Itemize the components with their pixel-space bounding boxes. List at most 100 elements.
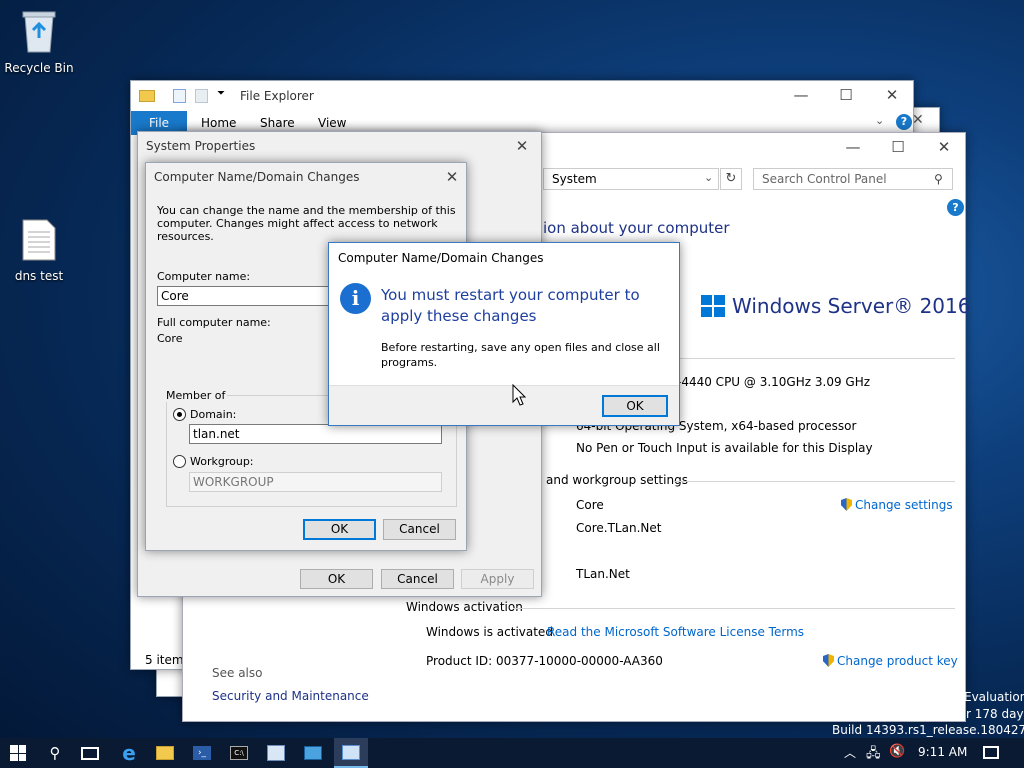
network-icon bbox=[304, 746, 322, 760]
desktop-icon-recycle-bin[interactable]: Recycle Bin bbox=[4, 8, 74, 75]
close-icon[interactable]: ✕ bbox=[504, 132, 540, 162]
taskbar-powershell[interactable]: ›_ bbox=[187, 738, 217, 768]
maximize-icon[interactable]: ☐ bbox=[875, 133, 921, 163]
tab-view[interactable]: View bbox=[318, 116, 346, 130]
desktop-icon-label: Recycle Bin bbox=[4, 61, 74, 75]
cancel-button[interactable]: Cancel bbox=[383, 519, 456, 540]
command-prompt-icon: C:\ bbox=[230, 746, 248, 760]
desktop-icon-label: dns test bbox=[14, 269, 64, 283]
dialog-description: You can change the name and the membersh… bbox=[157, 204, 456, 243]
ok-button[interactable]: OK bbox=[303, 519, 376, 540]
taskbar-file-explorer[interactable] bbox=[150, 738, 180, 768]
domain-value: TLan.Net bbox=[576, 567, 630, 581]
chevron-up-icon[interactable]: ︿ bbox=[844, 744, 856, 761]
maximize-icon[interactable]: ☐ bbox=[823, 81, 869, 111]
server-manager-icon bbox=[267, 745, 285, 761]
task-view-button[interactable] bbox=[75, 738, 105, 768]
dialog-title: Computer Name/Domain Changes bbox=[154, 170, 360, 184]
folder-icon bbox=[156, 746, 174, 760]
pen-touch-value: No Pen or Touch Input is available for t… bbox=[576, 441, 873, 455]
tab-share[interactable]: Share bbox=[260, 116, 295, 130]
address-bar[interactable]: System ⌄ bbox=[543, 168, 719, 190]
license-terms-link[interactable]: Read the Microsoft Software License Term… bbox=[547, 625, 804, 639]
search-icon: ⚲ bbox=[49, 744, 61, 762]
help-icon[interactable]: ? bbox=[896, 114, 912, 130]
minimize-icon[interactable]: — bbox=[778, 81, 824, 111]
close-icon[interactable]: ✕ bbox=[869, 81, 915, 111]
edition-logo: Windows Server® 2016 bbox=[732, 294, 971, 318]
minimize-icon[interactable]: — bbox=[830, 133, 876, 163]
shield-icon bbox=[841, 498, 852, 511]
recycle-bin-icon bbox=[22, 11, 56, 53]
network-tray-icon[interactable]: 🖧 bbox=[866, 744, 881, 766]
domain-radio[interactable] bbox=[173, 408, 186, 421]
taskbar-control-panel[interactable] bbox=[334, 738, 368, 768]
windows-logo-icon bbox=[701, 295, 725, 317]
message-headline: You must restart your computer to apply … bbox=[381, 286, 640, 325]
workgroup-input[interactable]: WORKGROUP bbox=[189, 472, 442, 492]
workgroup-radio[interactable] bbox=[173, 455, 186, 468]
taskbar-ie[interactable]: e bbox=[114, 738, 144, 768]
refresh-button[interactable]: ↻ bbox=[720, 168, 742, 190]
workgroup-label: Workgroup: bbox=[190, 455, 254, 468]
divider bbox=[513, 608, 955, 609]
search-input[interactable]: Search Control Panel ⚲ bbox=[753, 168, 953, 190]
search-placeholder: Search Control Panel bbox=[762, 172, 887, 186]
properties-icon[interactable] bbox=[173, 89, 186, 103]
taskbar-network[interactable] bbox=[298, 738, 328, 768]
product-id: Product ID: 00377-10000-00000-AA360 bbox=[426, 654, 663, 668]
task-view-icon bbox=[81, 746, 99, 760]
security-maintenance-link[interactable]: Security and Maintenance bbox=[212, 689, 369, 703]
watermark-evaluation: Evaluation bbox=[964, 690, 1024, 704]
computer-name-label: Computer name: bbox=[157, 270, 251, 283]
volume-muted-icon[interactable]: 🔇 bbox=[889, 744, 905, 759]
domain-input[interactable]: tlan.net bbox=[189, 424, 442, 444]
ribbon-expand-icon[interactable]: ⌄ bbox=[875, 114, 884, 127]
windows-logo-icon bbox=[10, 745, 26, 761]
domain-label: Domain: bbox=[190, 408, 237, 421]
watermark-days: r 178 days bbox=[966, 707, 1024, 721]
control-panel-icon bbox=[342, 744, 360, 760]
folder-icon bbox=[139, 90, 155, 102]
mouse-cursor-icon bbox=[512, 384, 526, 406]
dialog-title: Computer Name/Domain Changes bbox=[338, 251, 544, 265]
tab-home[interactable]: Home bbox=[201, 116, 236, 130]
address-text: System bbox=[552, 172, 597, 186]
text-file-icon bbox=[22, 219, 56, 261]
change-settings-label: Change settings bbox=[855, 498, 953, 512]
change-product-key-link[interactable]: Change product key bbox=[823, 654, 958, 668]
desktop-icon-dns-test[interactable]: dns test bbox=[4, 218, 74, 283]
processor-value: -4440 CPU @ 3.10GHz 3.09 GHz bbox=[677, 375, 871, 389]
full-name-label: Full computer name: bbox=[157, 316, 271, 329]
new-folder-icon[interactable] bbox=[195, 89, 208, 103]
taskbar-server-manager[interactable] bbox=[261, 738, 291, 768]
help-icon[interactable]: ? bbox=[947, 199, 964, 216]
chevron-down-icon[interactable]: ⌄ bbox=[704, 171, 713, 184]
action-center-icon[interactable] bbox=[983, 746, 999, 759]
cancel-button[interactable]: Cancel bbox=[381, 569, 454, 589]
close-icon[interactable]: ✕ bbox=[921, 133, 967, 163]
search-icon: ⚲ bbox=[934, 172, 943, 186]
change-settings-link[interactable]: Change settings bbox=[841, 498, 953, 512]
apply-button[interactable]: Apply bbox=[461, 569, 534, 589]
quick-access-dropdown-icon[interactable]: ⏷ bbox=[217, 88, 225, 99]
internet-explorer-icon: e bbox=[122, 741, 136, 765]
window-title: File Explorer bbox=[240, 89, 314, 103]
start-button[interactable] bbox=[3, 738, 33, 768]
search-button[interactable]: ⚲ bbox=[40, 738, 70, 768]
full-name-value: Core bbox=[157, 332, 183, 345]
close-icon[interactable]: ✕ bbox=[436, 163, 468, 193]
shield-icon bbox=[823, 654, 834, 667]
taskbar-cmd[interactable]: C:\ bbox=[224, 738, 254, 768]
watermark-build: Build 14393.rs1_release.180427-1804 bbox=[832, 723, 1024, 737]
info-icon: i bbox=[340, 283, 371, 314]
full-name-value: Core.TLan.Net bbox=[576, 521, 662, 535]
ok-button[interactable]: OK bbox=[602, 395, 668, 417]
powershell-icon: ›_ bbox=[193, 746, 211, 760]
see-also-heading: See also bbox=[212, 666, 263, 680]
clock-time[interactable]: 9:11 AM bbox=[918, 745, 967, 759]
page-heading: ion about your computer bbox=[543, 219, 730, 237]
message-body: Before restarting, save any open files a… bbox=[381, 341, 660, 369]
ok-button[interactable]: OK bbox=[300, 569, 373, 589]
member-of-label: Member of bbox=[164, 389, 228, 402]
